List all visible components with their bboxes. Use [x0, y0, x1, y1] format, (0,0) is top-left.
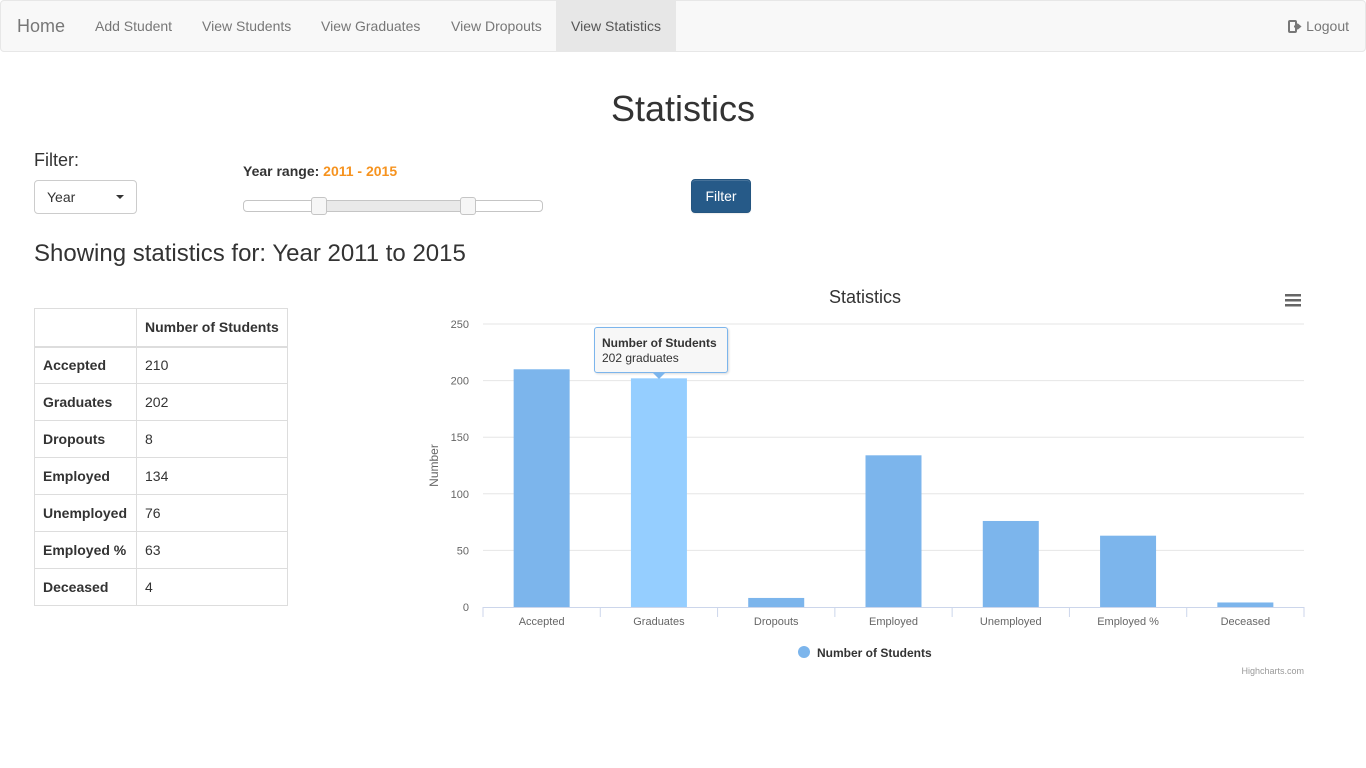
row-value: 76 [136, 494, 288, 532]
row-label: Dropouts [34, 420, 137, 458]
nav-view-graduates[interactable]: View Graduates [306, 1, 435, 51]
row-value: 4 [136, 568, 288, 606]
x-tick-label: Dropouts [754, 616, 799, 628]
tooltip-title: Number of Students [602, 336, 717, 350]
filter-label: Filter: [34, 150, 79, 170]
chart-svg: Statistics 0 50 100 150 200 250 Number Accepted G… [427, 287, 1305, 676]
filter-type-select[interactable]: Year [34, 180, 137, 214]
table-row: Accepted 210 [34, 346, 288, 384]
legend-label: Number of Students [817, 646, 932, 660]
row-label: Employed [34, 457, 137, 495]
logout-icon [1288, 19, 1302, 33]
table-row: Deceased 4 [34, 568, 288, 606]
statistics-table: Number of Students Accepted 210 Graduate… [34, 308, 288, 606]
row-label: Deceased [34, 568, 137, 606]
row-label: Unemployed [34, 494, 137, 532]
y-tick-label: 100 [451, 489, 469, 501]
table-row: Unemployed 76 [34, 494, 288, 532]
y-axis-title: Number [427, 444, 441, 487]
table-row: Employed 134 [34, 457, 288, 495]
showing-statistics-heading: Showing statistics for: Year 2011 to 201… [34, 240, 466, 267]
filter-button[interactable]: Filter [691, 179, 751, 213]
x-tick-label: Unemployed [980, 616, 1042, 628]
year-range-value: 2011 - 2015 [323, 163, 398, 179]
bar-employed [865, 455, 922, 607]
bar-unemployed [982, 520, 1039, 607]
bar-graduates [630, 378, 687, 607]
bar-deceased [1217, 602, 1274, 607]
nav-add-student[interactable]: Add Student [80, 1, 187, 51]
table-row: Dropouts 8 [34, 420, 288, 458]
chart-tooltip: Number of Students 202 graduates [594, 327, 728, 379]
tooltip-text: 202 graduates [602, 351, 679, 365]
y-tick-label: 50 [457, 545, 469, 557]
filter-type-value: Year [47, 189, 76, 205]
slider-handle-min[interactable] [310, 197, 327, 215]
nav-view-statistics[interactable]: View Statistics [556, 1, 676, 51]
y-tick-label: 0 [463, 602, 469, 614]
y-tick-label: 150 [451, 432, 469, 444]
row-label: Accepted [34, 346, 137, 384]
x-tick-label: Graduates [633, 616, 685, 628]
x-tick-label: Deceased [1221, 616, 1271, 628]
y-tick-label: 200 [451, 376, 469, 388]
slider-selected-range [318, 201, 468, 211]
table-row: Employed % 63 [34, 531, 288, 569]
year-range-slider[interactable] [243, 197, 543, 215]
caret-down-icon [116, 195, 124, 199]
bar-employed [1100, 535, 1157, 607]
chart-title: Statistics [829, 287, 901, 307]
table-header-row: Number of Students [34, 308, 288, 348]
x-tick-label: Employed % [1097, 616, 1159, 628]
table-header-count: Number of Students [136, 308, 288, 348]
credits-link: Highcharts.com [1241, 666, 1304, 676]
x-tick-label: Accepted [519, 616, 565, 628]
year-range-label: Year range: 2011 - 2015 [243, 163, 397, 179]
table-header-empty [34, 308, 137, 348]
row-value: 202 [136, 383, 288, 421]
slider-handle-max[interactable] [459, 197, 476, 215]
statistics-chart: Statistics 0 50 100 150 200 250 Number Accepted G… [420, 282, 1320, 682]
x-tick-label: Employed [869, 616, 918, 628]
tooltip-arrow [653, 373, 665, 379]
row-label: Employed % [34, 531, 137, 569]
row-value: 134 [136, 457, 288, 495]
y-tick-label: 250 [451, 319, 469, 331]
row-value: 8 [136, 420, 288, 458]
row-value: 63 [136, 531, 288, 569]
row-value: 210 [136, 346, 288, 384]
page-title: Statistics [610, 88, 756, 129]
row-label: Graduates [34, 383, 137, 421]
logout-link[interactable]: Logout [1288, 1, 1349, 51]
navbar: Home Add Student View Students View Grad… [0, 0, 1366, 52]
hamburger-menu-icon[interactable] [1285, 294, 1301, 307]
bar-accepted [513, 369, 570, 607]
table-row: Graduates 202 [34, 383, 288, 421]
year-range-caption: Year range: [243, 163, 320, 179]
bar-dropouts [748, 597, 805, 607]
legend-marker [798, 646, 810, 658]
nav-view-dropouts[interactable]: View Dropouts [436, 1, 557, 51]
nav-view-students[interactable]: View Students [187, 1, 306, 51]
logout-label: Logout [1306, 18, 1349, 34]
brand-home-link[interactable]: Home [17, 1, 65, 51]
